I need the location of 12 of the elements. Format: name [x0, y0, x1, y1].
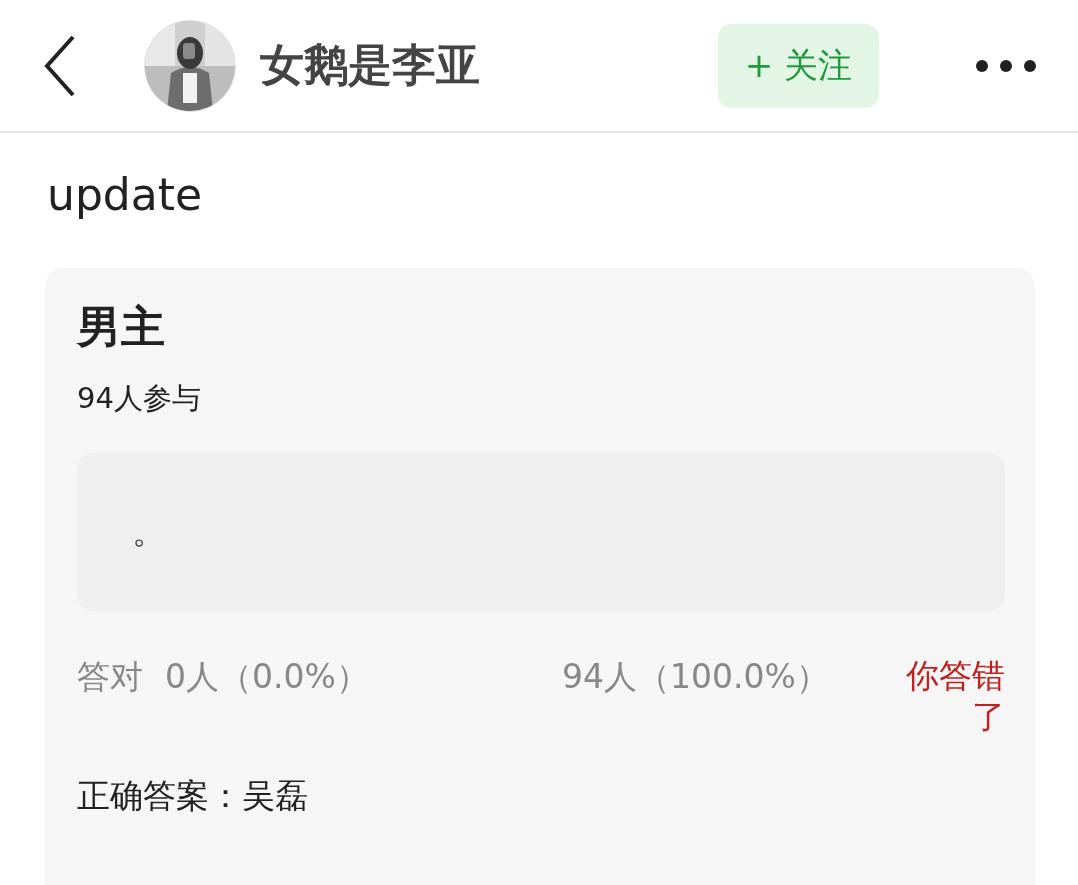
user-name: 女鹅是李亚	[260, 38, 481, 92]
back-icon	[43, 34, 77, 97]
correct-answer: 正确答案：吴磊	[77, 774, 309, 817]
correct-label: 答对	[77, 656, 143, 698]
correct-count: 0人（0.0%）	[165, 656, 369, 698]
participant-count: 94人参与	[77, 380, 202, 417]
wrong-count: 94人（100.0%）	[562, 656, 829, 698]
result-text: 你答错了	[905, 655, 1005, 738]
post-text: update	[46, 168, 204, 222]
more-icon	[975, 58, 1037, 73]
answer-option[interactable]: 。	[77, 453, 1005, 611]
quiz-title: 男主	[77, 300, 166, 354]
